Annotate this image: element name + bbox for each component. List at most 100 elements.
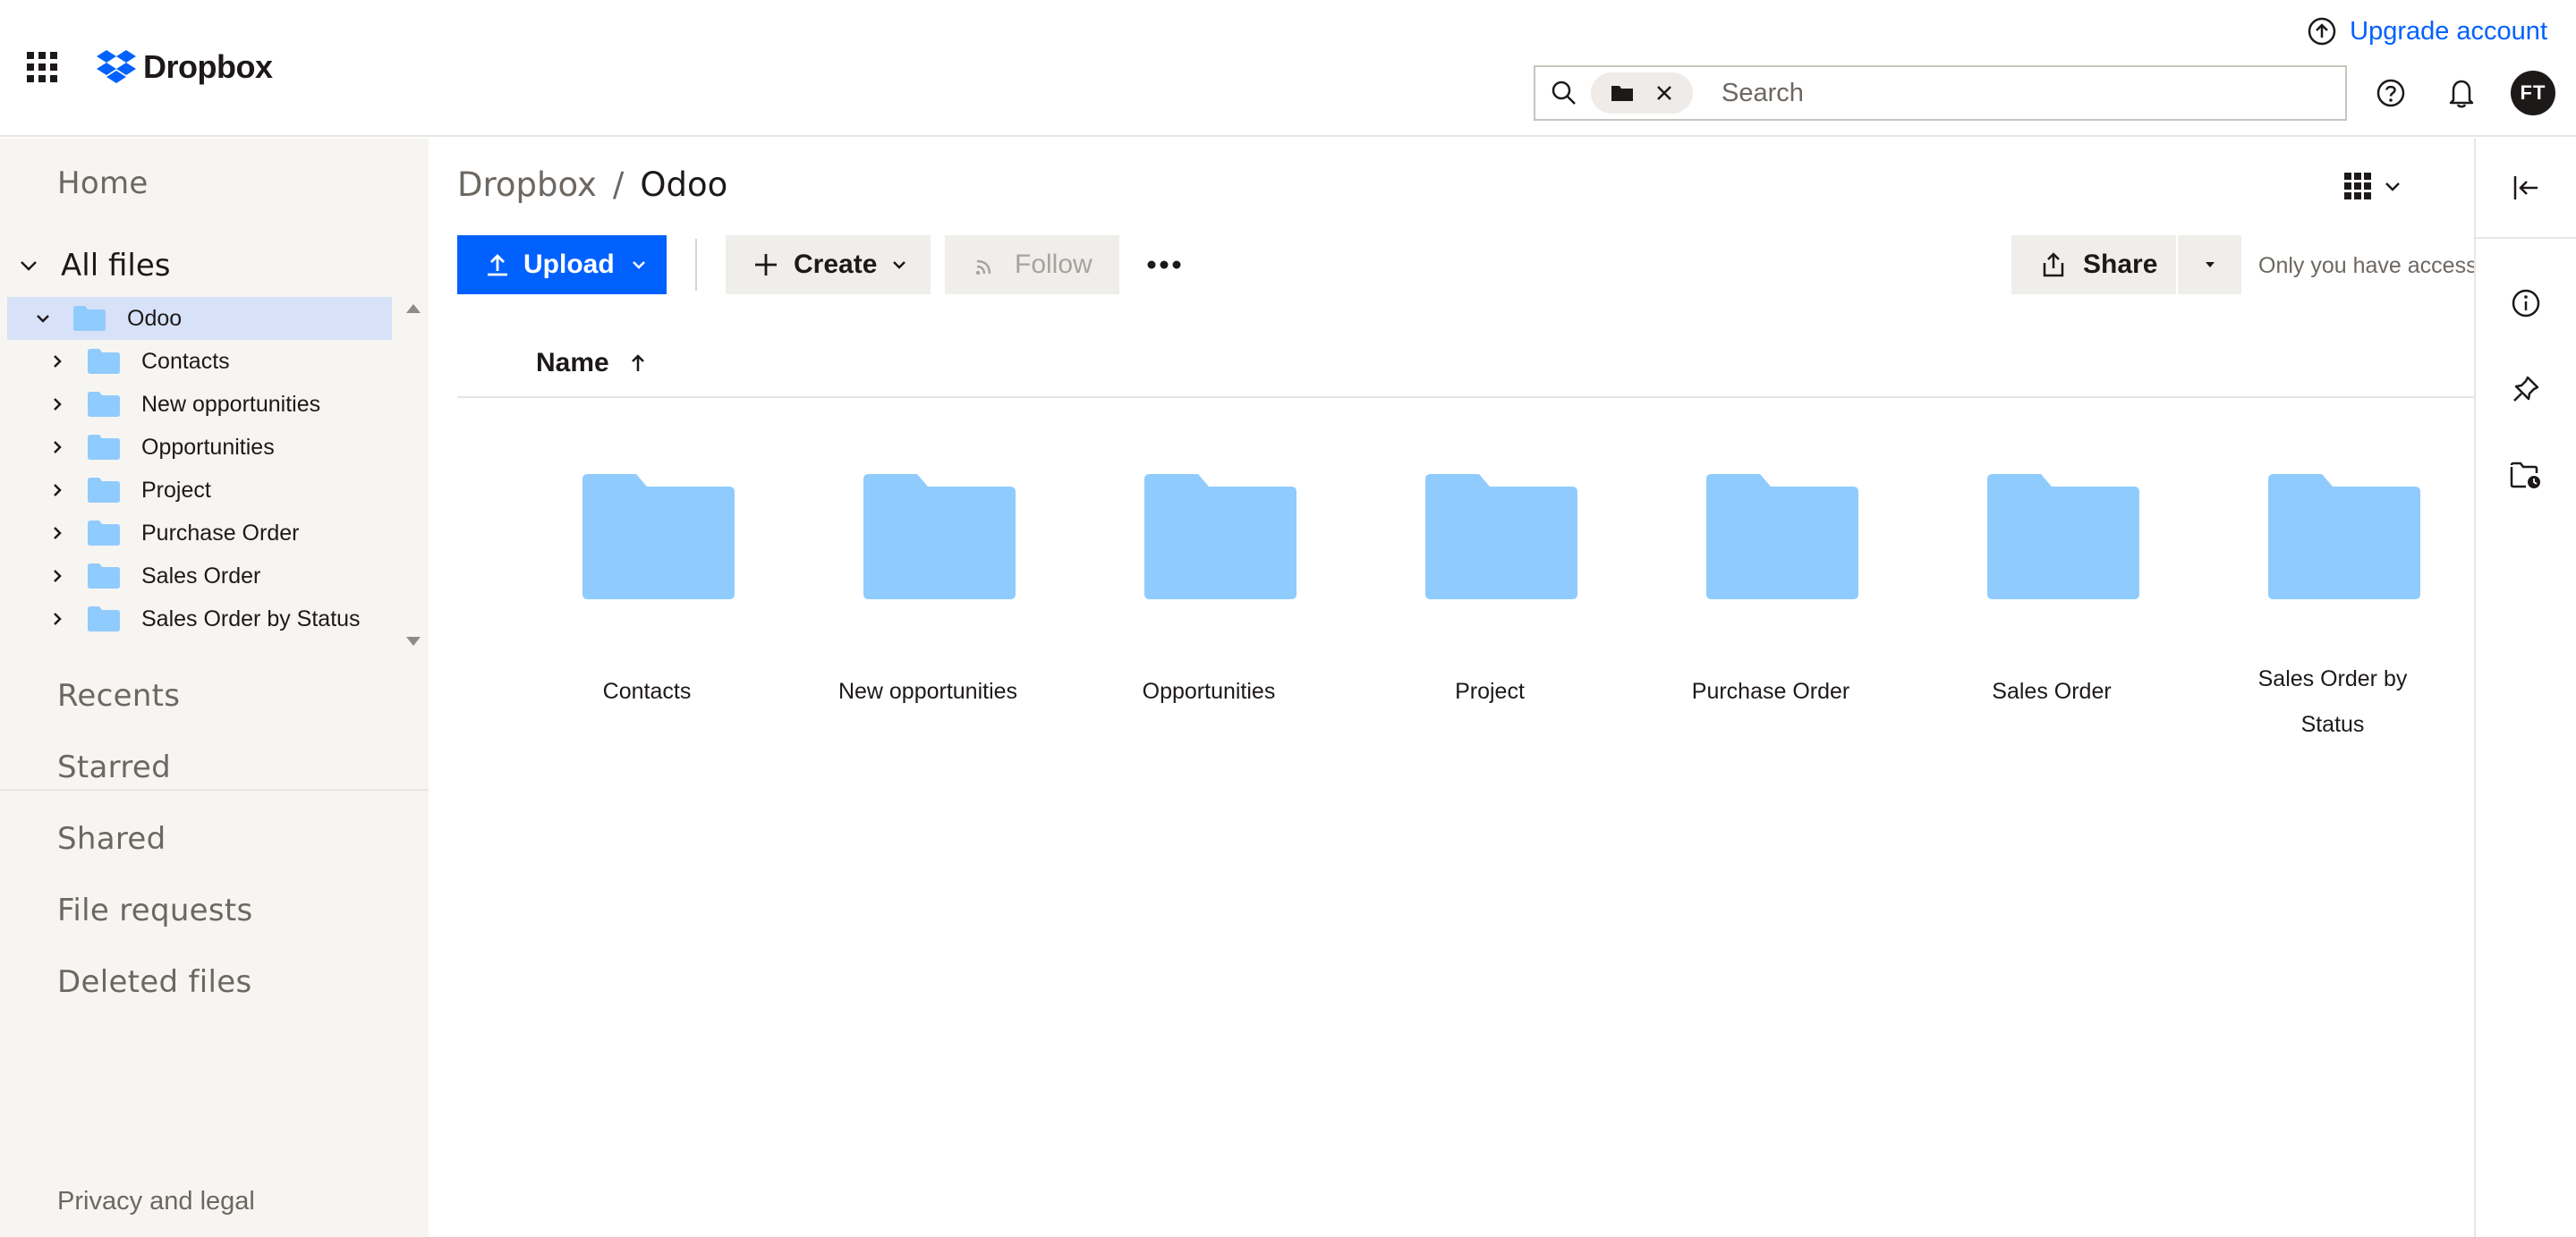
folder-tile-contacts[interactable]: Contacts xyxy=(506,474,787,769)
toolbar-divider xyxy=(695,239,697,291)
tree-item-label: New opportunities xyxy=(141,391,321,417)
tree-scrollbar[interactable] xyxy=(401,297,426,655)
folder-name: Project xyxy=(1455,679,1525,704)
privacy-legal-link[interactable]: Privacy and legal xyxy=(57,1187,255,1216)
chevron-right-icon[interactable] xyxy=(47,522,68,544)
sidebar: Home All files Odoo Contacts New opportu… xyxy=(0,139,429,1237)
more-actions-icon[interactable] xyxy=(1142,235,1186,294)
folder-scope-icon xyxy=(1611,86,1633,101)
upgrade-arrow-icon xyxy=(2308,17,2336,46)
tree-item-label: Sales Order xyxy=(141,563,261,589)
tree-item-purchase-order[interactable]: Purchase Order xyxy=(7,512,392,555)
view-mode-toggle[interactable] xyxy=(2344,173,2403,199)
share-button[interactable]: Share xyxy=(2011,235,2176,294)
upload-button[interactable]: Upload xyxy=(457,235,667,294)
info-icon[interactable] xyxy=(2504,282,2547,325)
folder-icon xyxy=(582,474,735,599)
chevron-down-icon xyxy=(893,261,906,269)
tree-item-label: Contacts xyxy=(141,348,230,374)
chevron-right-icon[interactable] xyxy=(47,565,68,587)
folder-activity-icon[interactable] xyxy=(2504,453,2547,496)
search-input[interactable] xyxy=(1722,78,2258,108)
tree-item-opportunities[interactable]: Opportunities xyxy=(7,426,392,469)
main-content: Dropbox / Odoo Upload Create Follow Shar… xyxy=(429,139,2478,1237)
account-avatar[interactable]: FT xyxy=(2511,71,2555,115)
tree-item-sales-order[interactable]: Sales Order xyxy=(7,555,392,597)
search-scope-chip[interactable] xyxy=(1591,72,1693,114)
toolbar: Upload Create Follow Share Only you have… xyxy=(457,235,2478,294)
nav-file-requests[interactable]: File requests xyxy=(57,893,253,928)
chevron-right-icon[interactable] xyxy=(47,394,68,415)
search-icon xyxy=(1552,80,1576,105)
folder-name: New opportunities xyxy=(837,679,1018,704)
tree-item-label: Opportunities xyxy=(141,434,275,460)
folder-tile-new-opportunities[interactable]: New opportunities xyxy=(787,474,1068,769)
nav-starred[interactable]: Starred xyxy=(57,750,171,785)
folder-icon xyxy=(88,392,120,417)
folder-tree: Odoo Contacts New opportunities Opportun… xyxy=(0,297,429,791)
dropbox-box-icon xyxy=(97,50,136,83)
search-bar[interactable] xyxy=(1534,65,2347,121)
folder-tile-sales-order[interactable]: Sales Order xyxy=(1911,474,2192,769)
folder-icon xyxy=(88,521,120,546)
folder-name: Purchase Order xyxy=(1691,679,1850,704)
app-launcher-icon[interactable] xyxy=(27,52,57,82)
sort-by-name[interactable]: Name xyxy=(536,348,649,378)
chevron-right-icon[interactable] xyxy=(47,351,68,372)
breadcrumb: Dropbox / Odoo xyxy=(457,165,727,204)
caret-down-icon xyxy=(2205,262,2215,267)
tree-item-sales-order-by-status[interactable]: Sales Order by Status xyxy=(7,597,392,640)
folder-name: Sales Order xyxy=(1992,679,2112,704)
nav-deleted-files[interactable]: Deleted files xyxy=(57,964,252,1000)
chevron-down-icon xyxy=(632,261,645,269)
chevron-down-icon[interactable] xyxy=(32,308,54,329)
folder-tile-project[interactable]: Project xyxy=(1349,474,1630,769)
tree-item-label: Project xyxy=(141,477,211,503)
scroll-up-arrow-icon[interactable] xyxy=(406,304,421,313)
collapse-panel-icon[interactable] xyxy=(2476,139,2576,239)
folder-tile-purchase-order[interactable]: Purchase Order xyxy=(1630,474,1911,769)
chevron-right-icon[interactable] xyxy=(47,479,68,501)
column-name-label: Name xyxy=(536,348,609,377)
top-bar: Dropbox Upgrade account Search FT xyxy=(0,0,2576,137)
follow-rss-icon xyxy=(975,259,991,275)
nav-home[interactable]: Home xyxy=(57,165,149,201)
folder-icon xyxy=(88,606,120,631)
clear-scope-icon[interactable] xyxy=(1654,83,1674,103)
tree-item-label: Sales Order by Status xyxy=(141,606,361,631)
tree-item-project[interactable]: Project xyxy=(7,469,392,512)
folder-icon xyxy=(863,474,1016,599)
nav-recents[interactable]: Recents xyxy=(57,678,180,714)
file-list-header: Name xyxy=(457,341,2474,398)
share-label: Share xyxy=(2083,250,2158,279)
tree-item-contacts[interactable]: Contacts xyxy=(7,340,392,383)
folder-icon xyxy=(88,435,120,460)
pin-icon[interactable] xyxy=(2504,368,2547,411)
nav-shared[interactable]: Shared xyxy=(57,821,166,857)
access-status: Only you have access xyxy=(2258,253,2478,278)
nav-all-files[interactable]: All files xyxy=(16,248,170,284)
tree-item-label: Odoo xyxy=(127,305,183,331)
upgrade-account-link[interactable]: Upgrade account xyxy=(2307,16,2547,47)
breadcrumb-root[interactable]: Dropbox xyxy=(457,165,597,204)
upload-label: Upload xyxy=(523,250,615,279)
upload-icon xyxy=(488,254,507,276)
follow-button[interactable]: Follow xyxy=(945,235,1119,294)
tree-item-odoo[interactable]: Odoo xyxy=(7,297,392,340)
tree-item-label: Purchase Order xyxy=(141,520,300,546)
chevron-down-icon[interactable] xyxy=(16,253,41,278)
help-icon[interactable] xyxy=(2369,72,2412,114)
chevron-right-icon[interactable] xyxy=(47,608,68,630)
folder-tile-sales-order-by-status[interactable]: Sales Order by Status xyxy=(2192,474,2473,769)
notifications-bell-icon[interactable] xyxy=(2440,72,2483,114)
breadcrumb-current: Odoo xyxy=(640,165,728,204)
chevron-right-icon[interactable] xyxy=(47,436,68,458)
create-button[interactable]: Create xyxy=(726,235,931,294)
dropbox-logo[interactable]: Dropbox xyxy=(97,45,273,89)
folder-tile-opportunities[interactable]: Opportunities xyxy=(1068,474,1349,769)
folder-icon xyxy=(88,478,120,503)
sort-ascending-arrow-icon xyxy=(631,354,644,371)
scroll-down-arrow-icon[interactable] xyxy=(406,637,421,646)
share-options-dropdown[interactable] xyxy=(2178,235,2241,294)
tree-item-new-opportunities[interactable]: New opportunities xyxy=(7,383,392,426)
